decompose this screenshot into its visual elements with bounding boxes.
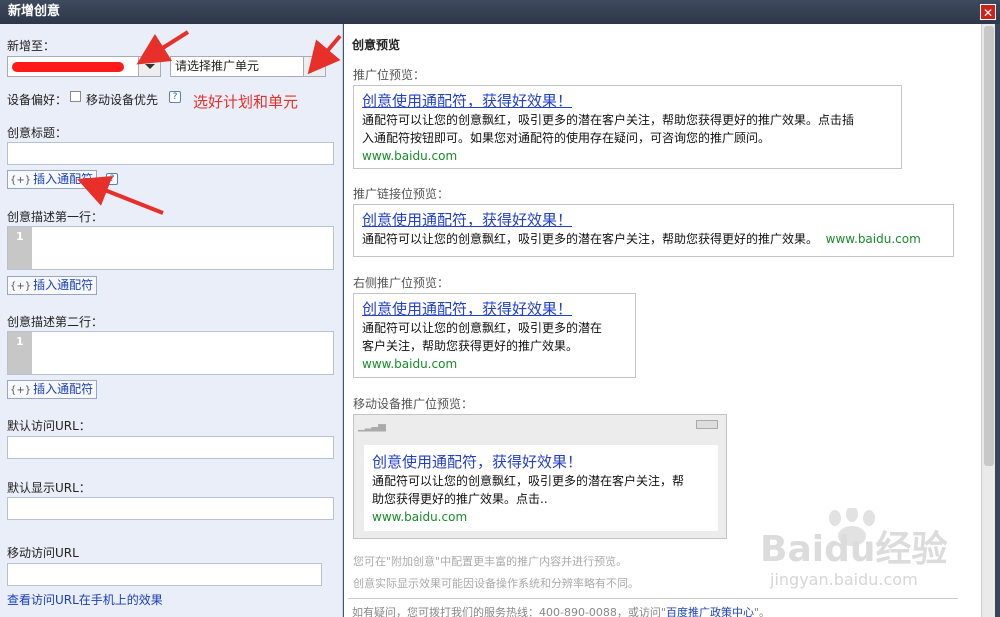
insert-wildcard-button[interactable]: {+} 插入通配符 — [7, 170, 98, 189]
dialog-title-bar: 新增创意 ✕ — [0, 0, 1000, 24]
divider — [348, 598, 958, 599]
add-to-label: 新增至： — [7, 39, 56, 53]
mobile-effect-link[interactable]: 查看访问URL在手机上的效果 — [7, 591, 163, 608]
wildcard-icon: {+} — [10, 281, 32, 292]
unit-select[interactable]: 请选择推广单元 — [170, 56, 326, 77]
preview-note: 您可在"附加创意"中配置更丰富的推广内容并进行预览。 — [353, 555, 628, 568]
ad-title-link[interactable]: 创意使用通配符，获得好效果！ — [362, 211, 945, 230]
ad-desc-line: 助您获得更好的推广效果。点击.. — [372, 492, 548, 506]
right-preview-label: 右侧推广位预览： — [353, 276, 450, 290]
mobile-preview-label: 移动设备推广位预览： — [353, 397, 474, 411]
footer-help: 如有疑问，您可拨打我们的服务热线：400-890-0088，或访问"百度推广政策… — [352, 604, 770, 617]
scrollbar-thumb[interactable] — [984, 26, 994, 466]
watermark-logo: Baidu经验 — [760, 529, 948, 570]
ad-desc-text: 通配符可以让您的创意飘红，吸引更多的潜在客户关注，帮助您获得更好的推广效果。 — [362, 232, 819, 246]
footer-text: 如有疑问，您可拨打我们的服务热线：400-890-0088，或访问" — [352, 606, 666, 617]
plan-select[interactable] — [7, 56, 161, 77]
chevron-down-icon[interactable] — [303, 57, 325, 76]
insert-wildcard-button[interactable]: {+} 插入通配符 — [7, 276, 98, 295]
ad-url: www.baidu.com — [362, 357, 458, 371]
preview-title: 创意预览 — [352, 38, 401, 52]
mobile-ad-card: 创意使用通配符，获得好效果！ 通配符可以让您的创意飘红，吸引更多的潜在客户关注，… — [364, 445, 718, 531]
default-url-label: 默认访问URL： — [7, 419, 91, 433]
device-pref-label: 设备偏好： — [7, 93, 68, 107]
mobile-url-input[interactable] — [7, 563, 322, 586]
desc2-textarea[interactable]: 1 — [7, 331, 334, 375]
ad-desc-line: 通配符可以让您的创意飘红，吸引更多的潜在客户关注，帮助您获得更好的推广效果。点击… — [362, 113, 855, 127]
mobile-first-label: 移动设备优先 — [86, 93, 159, 107]
placement-preview-box: 创意使用通配符，获得好效果！ 通配符可以让您的创意飘红，吸引更多的潜在客户关注，… — [353, 85, 902, 169]
vertical-scrollbar[interactable] — [981, 24, 995, 617]
link-preview-box: 创意使用通配符，获得好效果！ 通配符可以让您的创意飘红，吸引更多的潜在客户关注，… — [353, 204, 954, 257]
redacted-scribble — [12, 62, 124, 72]
ad-title-link[interactable]: 创意使用通配符，获得好效果！ — [362, 92, 893, 111]
insert-wildcard-label: 插入通配符 — [33, 382, 94, 396]
ad-desc-line: 通配符可以让您的创意飘红，吸引更多的潜在客户关注，帮 — [372, 474, 685, 488]
background-window-edge — [995, 24, 1000, 617]
line-number: 1 — [8, 227, 32, 269]
insert-wildcard-label: 插入通配符 — [33, 278, 94, 292]
footer-end: "。 — [753, 606, 771, 617]
desc1-textarea[interactable]: 1 — [7, 226, 334, 270]
preview-note: 创意实际显示效果可能因设备操作系统和分辨率略有不同。 — [353, 577, 639, 590]
annotation-note: 选好计划和单元 — [193, 93, 299, 111]
insert-wildcard-label: 插入通配符 — [33, 172, 94, 186]
ad-url: www.baidu.com — [362, 149, 458, 163]
ad-desc-line: 入通配符按钮即可。如果您对通配符的使用存在疑问，可咨询您的推广顾问。 — [362, 131, 771, 145]
link-preview-label: 推广链接位预览： — [353, 187, 450, 201]
desc1-label: 创意描述第一行： — [7, 210, 104, 224]
title-input[interactable] — [7, 142, 334, 165]
ad-desc-line: 通配符可以让您的创意飘红，吸引更多的潜在 — [362, 321, 603, 335]
placement-preview-label: 推广位预览： — [353, 68, 426, 82]
title-label: 创意标题： — [7, 126, 68, 140]
help-icon[interactable]: ? — [106, 173, 118, 185]
wildcard-icon: {+} — [10, 385, 32, 396]
desc2-label: 创意描述第二行： — [7, 315, 104, 329]
watermark-url: jingyan.baidu.com — [770, 570, 918, 589]
ad-title-link[interactable]: 创意使用通配符，获得好效果！ — [372, 453, 710, 472]
ad-desc-line: 通配符可以让您的创意飘红，吸引更多的潜在客户关注，帮助您获得更好的推广效果。 w… — [362, 230, 945, 248]
policy-center-link[interactable]: 百度推广政策中心 — [666, 606, 754, 617]
chevron-down-icon[interactable] — [138, 57, 160, 76]
line-number: 1 — [8, 332, 32, 374]
mobile-url-label: 移动访问URL — [7, 546, 79, 560]
ad-desc-line: 客户关注，帮助您获得更好的推广效果。 — [362, 339, 579, 353]
dialog-title: 新增创意 — [8, 4, 61, 19]
signal-icon: ▁▂▃▅ — [358, 421, 386, 432]
right-preview-box: 创意使用通配符，获得好效果！ 通配符可以让您的创意飘红，吸引更多的潜在 客户关注… — [353, 293, 636, 378]
display-url-label: 默认显示URL： — [7, 481, 91, 495]
help-icon[interactable]: ? — [169, 91, 181, 103]
ad-url: www.baidu.com — [372, 510, 468, 524]
default-url-input[interactable] — [7, 436, 334, 459]
battery-icon — [696, 420, 718, 429]
wildcard-icon: {+} — [10, 175, 32, 186]
mobile-first-checkbox[interactable] — [70, 91, 81, 102]
ad-url: www.baidu.com — [825, 232, 921, 246]
mobile-preview-frame: ▁▂▃▅ 创意使用通配符，获得好效果！ 通配符可以让您的创意飘红，吸引更多的潜在… — [353, 414, 727, 539]
close-icon[interactable]: ✕ — [980, 4, 996, 20]
insert-wildcard-button[interactable]: {+} 插入通配符 — [7, 380, 98, 399]
ad-title-link[interactable]: 创意使用通配符，获得好效果！ — [362, 300, 627, 319]
unit-select-value: 请选择推广单元 — [175, 59, 260, 73]
display-url-input[interactable] — [7, 497, 334, 520]
